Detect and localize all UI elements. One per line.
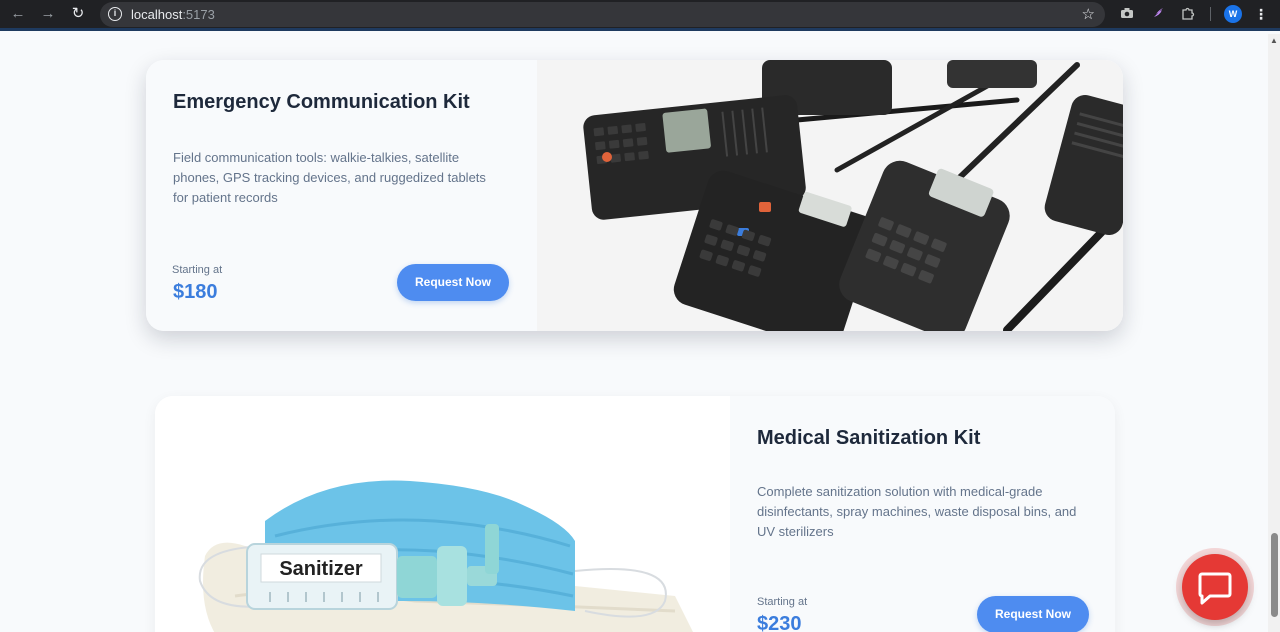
product-image-sanitizer: Sanitizer bbox=[155, 396, 730, 632]
forward-arrow-icon[interactable]: → bbox=[38, 5, 58, 23]
request-now-button[interactable]: Request Now bbox=[397, 264, 509, 301]
product-description: Complete sanitization solution with medi… bbox=[757, 484, 1077, 539]
camera-icon[interactable] bbox=[1119, 6, 1135, 22]
starting-at-label: Starting at bbox=[757, 596, 808, 608]
info-icon[interactable]: i bbox=[108, 7, 122, 21]
chat-button[interactable] bbox=[1182, 554, 1248, 620]
scrollbar-thumb[interactable] bbox=[1271, 533, 1278, 617]
scroll-up-arrow-icon[interactable]: ▲ bbox=[1270, 36, 1278, 45]
product-card-body: Emergency Communication Kit Field commun… bbox=[146, 60, 537, 331]
browser-menu-icon[interactable]: ⋮ bbox=[1254, 5, 1268, 23]
back-arrow-icon[interactable]: ← bbox=[8, 5, 28, 23]
product-card-sanitization: Sanitizer Medical Sanitization Kit Compl… bbox=[155, 396, 1115, 632]
url-port: :5173 bbox=[182, 7, 215, 22]
product-title: Medical Sanitization Kit bbox=[757, 427, 981, 449]
reload-icon[interactable]: ↻ bbox=[68, 5, 88, 23]
sanitizer-label-text: Sanitizer bbox=[279, 558, 363, 580]
product-image-radios bbox=[537, 60, 1123, 331]
product-description: Field communication tools: walkie-talkie… bbox=[173, 150, 486, 205]
walkie-talkies-image bbox=[537, 60, 1123, 331]
product-title: Emergency Communication Kit bbox=[173, 91, 470, 113]
url-host: localhost bbox=[131, 7, 183, 22]
bookmark-star-icon[interactable]: ☆ bbox=[1082, 5, 1095, 23]
request-now-button[interactable]: Request Now bbox=[977, 596, 1089, 632]
product-price: $180 bbox=[173, 281, 218, 303]
sanitizer-kit-image: Sanitizer bbox=[155, 396, 730, 632]
product-price: $230 bbox=[757, 613, 802, 632]
address-bar[interactable]: i localhost:5173 ☆ bbox=[100, 2, 1105, 27]
product-card-communication: Emergency Communication Kit Field commun… bbox=[146, 60, 1123, 331]
url-text[interactable]: localhost:5173 bbox=[131, 7, 215, 22]
toolbar-divider bbox=[1210, 7, 1211, 21]
profile-avatar[interactable]: W bbox=[1224, 5, 1242, 23]
chat-bubble-icon bbox=[1198, 572, 1232, 605]
starting-at-label: Starting at bbox=[172, 264, 223, 276]
browser-toolbar: ← → ↻ i localhost:5173 ☆ W ⋮ bbox=[0, 0, 1280, 31]
extensions-puzzle-icon[interactable] bbox=[1180, 6, 1196, 22]
product-card-body: Medical Sanitization Kit Complete saniti… bbox=[730, 396, 1115, 632]
feather-extension-icon[interactable] bbox=[1150, 6, 1166, 22]
